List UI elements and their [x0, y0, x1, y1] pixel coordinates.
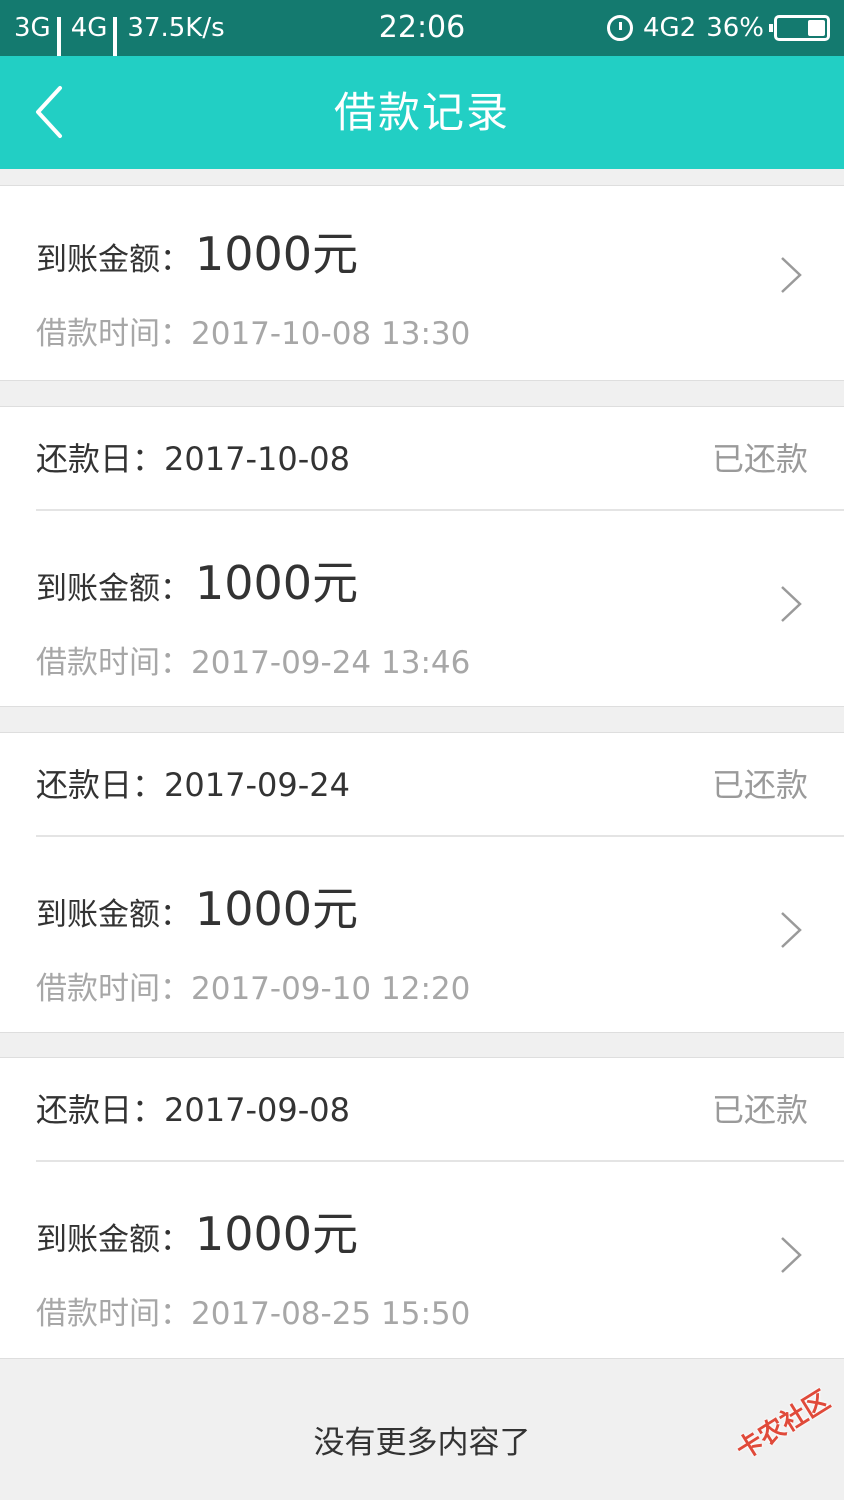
- amount-row: 到账金额：1000元: [36, 1198, 358, 1264]
- loan-time-value: 2017-08-25 15:50: [191, 1296, 471, 1332]
- amount-value: 1000元: [195, 556, 359, 610]
- loan-time-row: 借款时间：2017-10-08 13:30: [36, 308, 470, 353]
- chevron-right-icon[interactable]: [776, 909, 806, 951]
- battery-icon: [769, 15, 830, 41]
- loan-record-card: 还款日：2017-09-24 已还款 到账金额：1000元 借款时间：2017-…: [0, 732, 844, 1033]
- status-bar: 3G 4G 37.5K/s 22:06 4G2 36%: [0, 0, 844, 75]
- loan-time-label: 借款时间：: [36, 971, 191, 1007]
- due-date-row: 还款日：2017-10-08: [36, 407, 350, 511]
- chevron-right-icon[interactable]: [776, 254, 806, 296]
- amount-label: 到账金额：: [36, 242, 191, 278]
- repayment-row: 还款日：2017-09-24 已还款: [36, 733, 844, 837]
- repaid-status: 已还款: [711, 440, 808, 478]
- loan-time-row: 借款时间：2017-09-24 13:46: [36, 637, 470, 682]
- due-date-row: 还款日：2017-09-24: [36, 733, 350, 837]
- system-indicators: 4G2 36%: [606, 0, 830, 56]
- amount-label: 到账金额：: [36, 571, 191, 607]
- loan-time-value: 2017-09-10 12:20: [191, 971, 471, 1007]
- loan-record-card: 还款日：2017-10-08 已还款 到账金额：1000元 借款时间：2017-…: [0, 406, 844, 707]
- alarm-icon: [606, 15, 633, 41]
- loan-time-value: 2017-10-08 13:30: [191, 316, 471, 352]
- amount-label: 到账金额：: [36, 897, 191, 933]
- loan-time-label: 借款时间：: [36, 316, 191, 352]
- loan-time-label: 借款时间：: [36, 1296, 191, 1332]
- loan-time-row: 借款时间：2017-09-10 12:20: [36, 963, 470, 1008]
- chevron-left-icon: [36, 86, 62, 138]
- loan-time-row: 借款时间：2017-08-25 15:50: [36, 1288, 470, 1333]
- loan-record-card[interactable]: 到账金额：1000元 借款时间：2017-10-08 13:30: [0, 185, 844, 381]
- due-date-label: 还款日：: [36, 440, 165, 478]
- page-title: 借款记录: [333, 88, 510, 137]
- amount-value: 1000元: [195, 882, 359, 936]
- amount-row: 到账金额：1000元: [36, 218, 358, 284]
- due-date-value: 2017-09-24: [164, 766, 350, 804]
- repaid-status: 已还款: [711, 766, 808, 804]
- repayment-row: 还款日：2017-09-08 已还款: [36, 1058, 844, 1162]
- loan-time-value: 2017-09-24 13:46: [191, 645, 471, 681]
- repayment-row: 还款日：2017-10-08 已还款: [36, 407, 844, 511]
- due-date-label: 还款日：: [36, 1091, 165, 1129]
- amount-value: 1000元: [195, 1207, 359, 1261]
- amount-row: 到账金额：1000元: [36, 873, 358, 939]
- nav-bar: 借款记录: [0, 56, 844, 169]
- repaid-status: 已还款: [711, 1091, 808, 1129]
- record-detail-button[interactable]: 到账金额：1000元 借款时间：2017-08-25 15:50: [0, 1164, 844, 1360]
- list-end-footer: 没有更多内容了: [0, 1359, 844, 1500]
- volte-indicator: 4G2: [642, 13, 697, 43]
- amount-value: 1000元: [195, 227, 359, 281]
- loan-time-label: 借款时间：: [36, 645, 191, 681]
- loan-record-card: 还款日：2017-09-08 已还款 到账金额：1000元 借款时间：2017-…: [0, 1057, 844, 1359]
- battery-percent: 36%: [706, 13, 764, 43]
- due-date-row: 还款日：2017-09-08: [36, 1058, 350, 1162]
- amount-row: 到账金额：1000元: [36, 547, 358, 613]
- due-date-value: 2017-09-08: [164, 1091, 350, 1129]
- amount-label: 到账金额：: [36, 1222, 191, 1258]
- record-detail-button[interactable]: 到账金额：1000元 借款时间：2017-09-10 12:20: [0, 839, 844, 1034]
- chevron-right-icon[interactable]: [776, 583, 806, 625]
- due-date-value: 2017-10-08: [164, 440, 350, 478]
- due-date-label: 还款日：: [36, 766, 165, 804]
- no-more-content-text: 没有更多内容了: [313, 1425, 531, 1461]
- back-button[interactable]: [30, 84, 80, 140]
- chevron-right-icon[interactable]: [776, 1234, 806, 1276]
- record-detail-button[interactable]: 到账金额：1000元 借款时间：2017-09-24 13:46: [0, 513, 844, 708]
